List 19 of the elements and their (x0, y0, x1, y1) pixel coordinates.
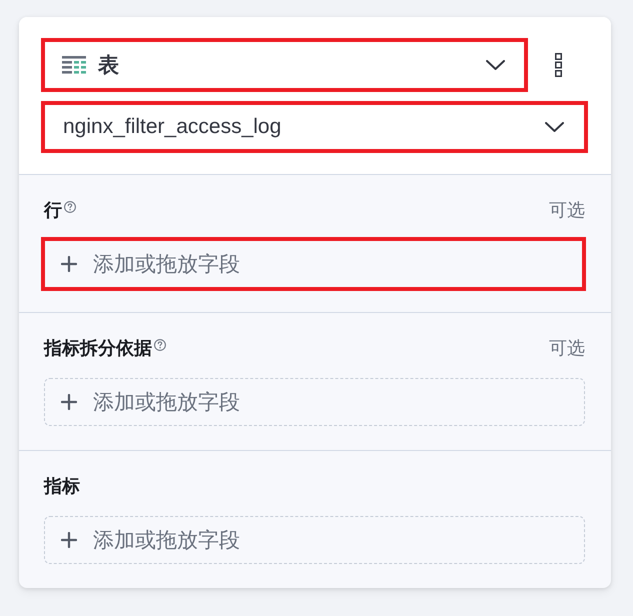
table-icon (62, 56, 86, 74)
optional-label: 可选 (549, 199, 585, 222)
plus-icon (61, 256, 77, 272)
chevron-down-icon (545, 122, 564, 132)
help-icon[interactable] (64, 201, 76, 213)
section-title: 指标拆分依据 (44, 337, 152, 360)
chart-type-dropdown[interactable]: 表 (41, 38, 528, 92)
plus-icon (61, 532, 77, 548)
data-view-dropdown[interactable]: nginx_filter_access_log (41, 101, 588, 153)
section-title: 行 (44, 199, 62, 222)
more-icon (554, 53, 562, 77)
add-field-button[interactable]: 添加或拖放字段 (44, 378, 585, 426)
add-field-button[interactable]: 添加或拖放字段 (44, 516, 585, 564)
optional-label: 可选 (549, 337, 585, 360)
section-title: 指标 (44, 475, 80, 498)
add-field-button[interactable]: 添加或拖放字段 (41, 237, 586, 291)
help-icon[interactable] (154, 339, 166, 351)
chevron-down-icon (486, 60, 505, 70)
plus-icon (61, 394, 77, 410)
